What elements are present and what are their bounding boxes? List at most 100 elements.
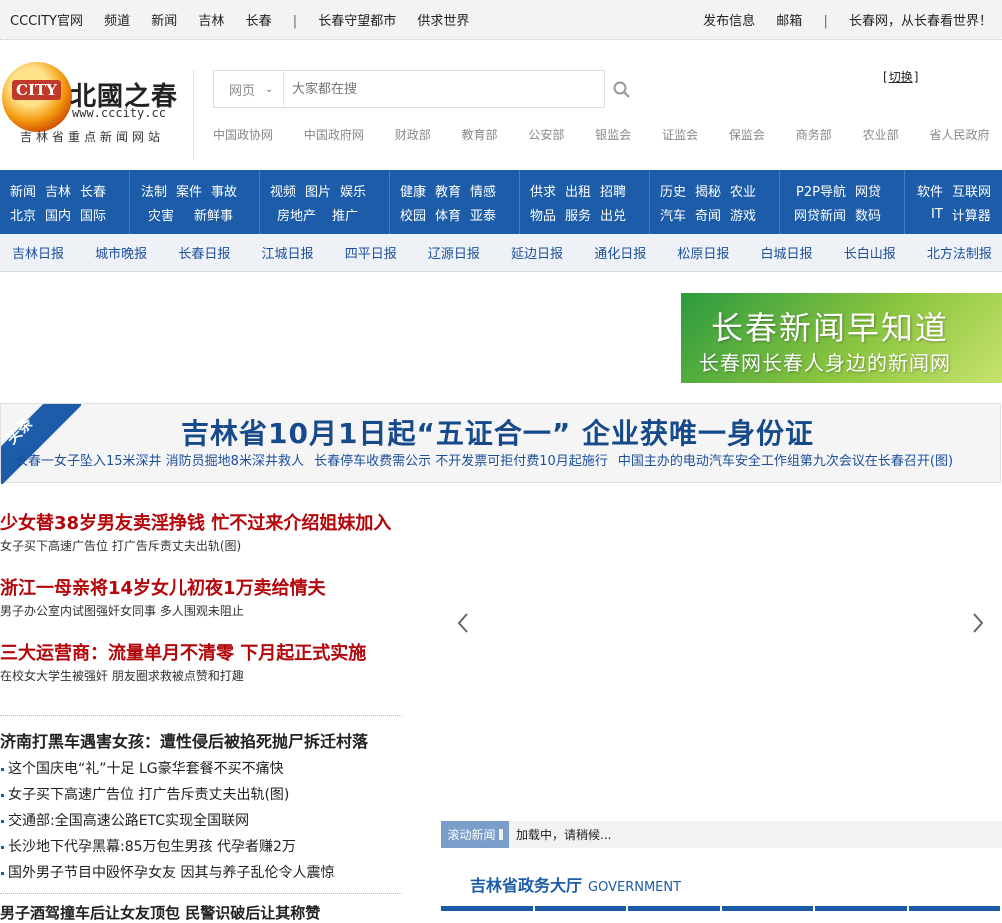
- nav-link[interactable]: 农业: [730, 181, 756, 200]
- paper-link[interactable]: 松原日报: [677, 243, 729, 262]
- nav-link[interactable]: 游戏: [730, 205, 756, 224]
- list-item[interactable]: 交通部:全国高速公路ETC实现全国联网: [0, 812, 402, 838]
- search-type-select[interactable]: 网页 ⌄: [214, 71, 284, 107]
- headline-title[interactable]: 吉林省10月1日起“五证合一” 企业获唯一身份证: [181, 412, 814, 452]
- nav-link[interactable]: 新闻: [10, 181, 36, 200]
- nav-link[interactable]: 亚泰: [470, 205, 496, 224]
- list-item[interactable]: 国外男子节目中殴怀孕女友 因其与养子乱伦令人震惊: [0, 864, 402, 890]
- gov-link[interactable]: 保监会: [729, 128, 765, 142]
- paper-link[interactable]: 四平日报: [345, 243, 397, 262]
- top-link-channels[interactable]: 频道: [104, 14, 130, 29]
- paper-link[interactable]: 通化日报: [594, 243, 646, 262]
- headline-sub-link[interactable]: 长春停车收费需公示 不开发票可拒付费10月起施行: [314, 454, 608, 469]
- nav-link[interactable]: 长春: [80, 181, 106, 200]
- nav-link[interactable]: 事故: [211, 181, 237, 200]
- nav-link[interactable]: 灾害: [148, 205, 174, 224]
- red-news-title[interactable]: 少女替38岁男友卖淫挣钱 忙不过来介绍姐妹加入: [0, 512, 402, 536]
- nav-link[interactable]: IT: [931, 207, 943, 222]
- list-item[interactable]: 这个国庆电“礼”十足 LG豪华套餐不买不痛快: [0, 760, 402, 786]
- top-link-post-info[interactable]: 发布信息: [703, 14, 755, 29]
- nav-link[interactable]: 出兑: [600, 205, 626, 224]
- nav-link[interactable]: 吉林: [45, 181, 71, 200]
- list-item[interactable]: 女子买下高速广告位 打广告斥责丈夫出轨(图): [0, 786, 402, 812]
- paper-link[interactable]: 辽源日报: [428, 243, 480, 262]
- nav-link[interactable]: P2P导航: [796, 181, 846, 200]
- top-link-mail[interactable]: 邮箱: [776, 14, 802, 29]
- section-title-partial[interactable]: 男子酒驾撞车后让女友顶包 民警识破后让其称赞: [0, 902, 320, 923]
- nav-link[interactable]: 健康: [400, 181, 426, 200]
- slider-next-button[interactable]: [971, 611, 985, 635]
- paper-link[interactable]: 白城日报: [761, 243, 813, 262]
- switch-link[interactable]: [切换]: [883, 68, 918, 85]
- paper-link[interactable]: 长春日报: [178, 243, 230, 262]
- nav-link[interactable]: 服务: [565, 205, 591, 224]
- gov-link[interactable]: 教育部: [462, 128, 498, 142]
- banner-ad[interactable]: 长春新闻早知道 长春网长春人身边的新闻网: [681, 293, 1002, 383]
- search-button[interactable]: [612, 80, 632, 100]
- headline-sub-link[interactable]: 长春一女子坠入15米深井 消防员掘地8米深井救人: [15, 454, 304, 469]
- nav-link[interactable]: 数码: [855, 205, 881, 224]
- gov-link[interactable]: 公安部: [528, 128, 564, 142]
- gov-link[interactable]: 中国政协网: [213, 128, 273, 142]
- red-news-title[interactable]: 浙江一母亲将14岁女儿初夜1万卖给情夫: [0, 577, 402, 601]
- search-input[interactable]: [284, 71, 604, 107]
- nav-link[interactable]: 案件: [176, 181, 202, 200]
- nav-link[interactable]: 网贷: [855, 181, 881, 200]
- site-logo[interactable]: CITY 北國之春 www.cccity.cc 吉林省重点新闻网站: [2, 62, 192, 148]
- nav-link[interactable]: 揭秘: [695, 181, 721, 200]
- nav-link[interactable]: 物品: [530, 205, 556, 224]
- nav-link[interactable]: 国际: [80, 205, 106, 224]
- gov-link[interactable]: 农业部: [863, 128, 899, 142]
- top-link-supply[interactable]: 供求世界: [417, 14, 469, 29]
- top-link-jilin[interactable]: 吉林: [198, 14, 224, 29]
- top-link-news[interactable]: 新闻: [151, 14, 177, 29]
- top-link-cccity[interactable]: CCCITY官网: [10, 14, 83, 29]
- nav-link[interactable]: 互联网: [952, 181, 991, 200]
- nav-link[interactable]: 情感: [470, 181, 496, 200]
- nav-link[interactable]: 国内: [45, 205, 71, 224]
- paper-link[interactable]: 城市晚报: [95, 243, 147, 262]
- nav-link[interactable]: 计算器: [952, 205, 991, 224]
- nav-link[interactable]: 校园: [400, 205, 426, 224]
- top-link-changchun[interactable]: 长春: [246, 14, 272, 29]
- nav-link[interactable]: 教育: [435, 181, 461, 200]
- slider-prev-button[interactable]: [456, 611, 470, 635]
- nav-link[interactable]: 网贷新闻: [794, 205, 846, 224]
- gov-link[interactable]: 财政部: [395, 128, 431, 142]
- nav-link[interactable]: 法制: [141, 181, 167, 200]
- paper-link[interactable]: 吉林日报: [12, 243, 64, 262]
- gov-link[interactable]: 省人民政府: [929, 128, 989, 142]
- nav-link[interactable]: 奇闻: [695, 205, 721, 224]
- section-title[interactable]: 济南打黑车遇害女孩：遭性侵后被掐死抛尸拆迁村落: [0, 728, 368, 752]
- nav-link[interactable]: 娱乐: [340, 181, 366, 200]
- red-news-title[interactable]: 三大运营商：流量单月不清零 下月起正式实施: [0, 642, 402, 666]
- nav-link[interactable]: 汽车: [660, 205, 686, 224]
- red-news-sub[interactable]: 男子办公室内试图强奸女同事 多人围观未阻止: [0, 601, 402, 621]
- headline-sub-link[interactable]: 中国主办的电动汽车安全工作组第九次会议在长春召开(图): [618, 454, 953, 469]
- gov-link[interactable]: 证监会: [662, 128, 698, 142]
- gov-link[interactable]: 中国政府网: [304, 128, 364, 142]
- nav-link[interactable]: 北京: [10, 205, 36, 224]
- gov-link[interactable]: 银监会: [595, 128, 631, 142]
- nav-link[interactable]: 软件: [917, 181, 943, 200]
- nav-link[interactable]: 视频: [270, 181, 296, 200]
- nav-link[interactable]: 图片: [305, 181, 331, 200]
- nav-link[interactable]: 历史: [660, 181, 686, 200]
- nav-link[interactable]: 招聘: [600, 181, 626, 200]
- nav-link[interactable]: 推广: [332, 205, 358, 224]
- nav-link[interactable]: 出租: [565, 181, 591, 200]
- paper-link[interactable]: 长白山报: [844, 243, 896, 262]
- paper-link[interactable]: 北方法制报: [927, 243, 992, 262]
- top-link-watch[interactable]: 长春守望都市: [318, 14, 396, 29]
- gov-link[interactable]: 商务部: [796, 128, 832, 142]
- paper-link[interactable]: 江城日报: [262, 243, 314, 262]
- nav-link[interactable]: 体育: [435, 205, 461, 224]
- nav-link[interactable]: 新鲜事: [194, 205, 233, 224]
- list-item[interactable]: 长沙地下代孕黑幕:85万包生男孩 代孕者赚2万: [0, 838, 402, 864]
- paper-link[interactable]: 延边日报: [511, 243, 563, 262]
- nav-link[interactable]: 供求: [530, 181, 556, 200]
- red-news-sub[interactable]: 女子买下高速广告位 打广告斥责丈夫出轨(图): [0, 536, 402, 556]
- nav-link[interactable]: 房地产: [277, 205, 316, 224]
- red-news-sub[interactable]: 在校女大学生被强奸 朋友圈求救被点赞和打趣: [0, 666, 402, 686]
- gov-hall-title[interactable]: 吉林省政务大厅 GOVERNMENT: [470, 872, 681, 896]
